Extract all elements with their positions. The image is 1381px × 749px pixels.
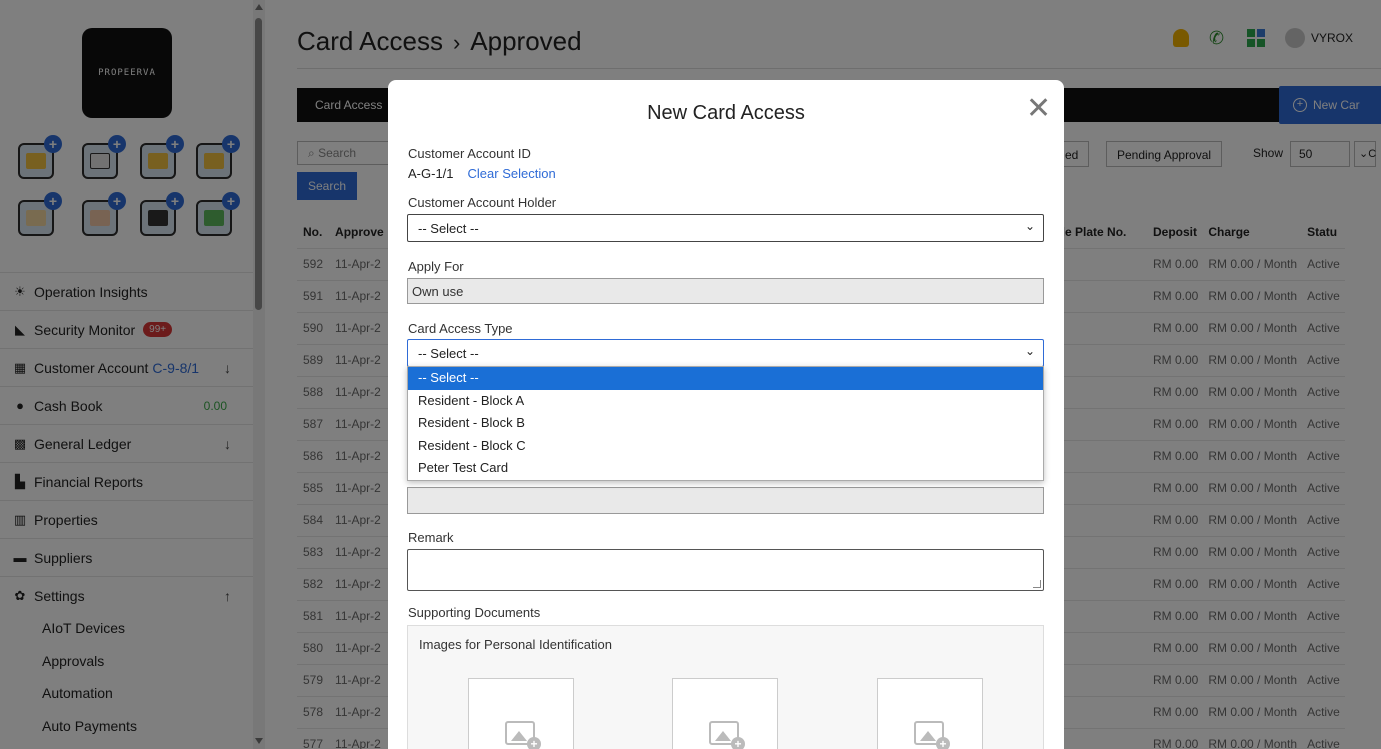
dropdown-option[interactable]: Resident - Block B bbox=[408, 412, 1043, 435]
modal-title: New Card Access bbox=[647, 102, 805, 124]
holder-select[interactable]: -- Select -- ⌄ bbox=[407, 214, 1044, 242]
readonly-field bbox=[407, 487, 1044, 514]
apply-for-label: Apply For bbox=[408, 259, 464, 274]
holder-label: Customer Account Holder bbox=[408, 195, 557, 210]
dropdown-option[interactable]: -- Select -- bbox=[408, 367, 1043, 390]
clear-selection-link[interactable]: Clear Selection bbox=[468, 166, 556, 181]
apply-for-value: Own use bbox=[412, 284, 464, 299]
resize-grip-icon[interactable] bbox=[1033, 580, 1041, 588]
dropdown-option[interactable]: Resident - Block A bbox=[408, 390, 1043, 413]
supporting-documents-panel: Images for Personal Identification + + + bbox=[407, 625, 1044, 749]
card-type-label: Card Access Type bbox=[408, 321, 513, 336]
apply-for-field: Own use bbox=[407, 278, 1044, 304]
dropdown-option[interactable]: Peter Test Card bbox=[408, 457, 1043, 480]
add-image-icon: + bbox=[936, 737, 950, 749]
image-upload-slot[interactable]: + bbox=[877, 678, 983, 749]
remark-textarea[interactable] bbox=[407, 549, 1044, 591]
close-icon[interactable]: ✕ bbox=[1026, 94, 1051, 124]
docs-label: Supporting Documents bbox=[408, 605, 541, 620]
dropdown-option[interactable]: Resident - Block C bbox=[408, 435, 1043, 458]
add-image-icon: + bbox=[731, 737, 745, 749]
image-upload-slot[interactable]: + bbox=[468, 678, 574, 749]
chevron-down-icon: ⌄ bbox=[1024, 344, 1035, 358]
card-type-select[interactable]: -- Select -- ⌄ bbox=[407, 339, 1044, 367]
holder-select-value: -- Select -- bbox=[418, 221, 479, 236]
remark-label: Remark bbox=[408, 530, 454, 545]
chevron-down-icon: ⌄ bbox=[1024, 219, 1035, 233]
image-upload-slot[interactable]: + bbox=[672, 678, 778, 749]
customer-id-label: Customer Account ID bbox=[408, 146, 531, 161]
card-type-dropdown: -- Select -- Resident - Block A Resident… bbox=[407, 366, 1044, 481]
add-image-icon: + bbox=[527, 737, 541, 749]
customer-id-value: A-G-1/1 bbox=[408, 166, 454, 181]
customer-id-row: A-G-1/1 Clear Selection bbox=[408, 166, 556, 181]
card-type-select-value: -- Select -- bbox=[418, 346, 479, 361]
docs-subtitle: Images for Personal Identification bbox=[419, 637, 612, 652]
